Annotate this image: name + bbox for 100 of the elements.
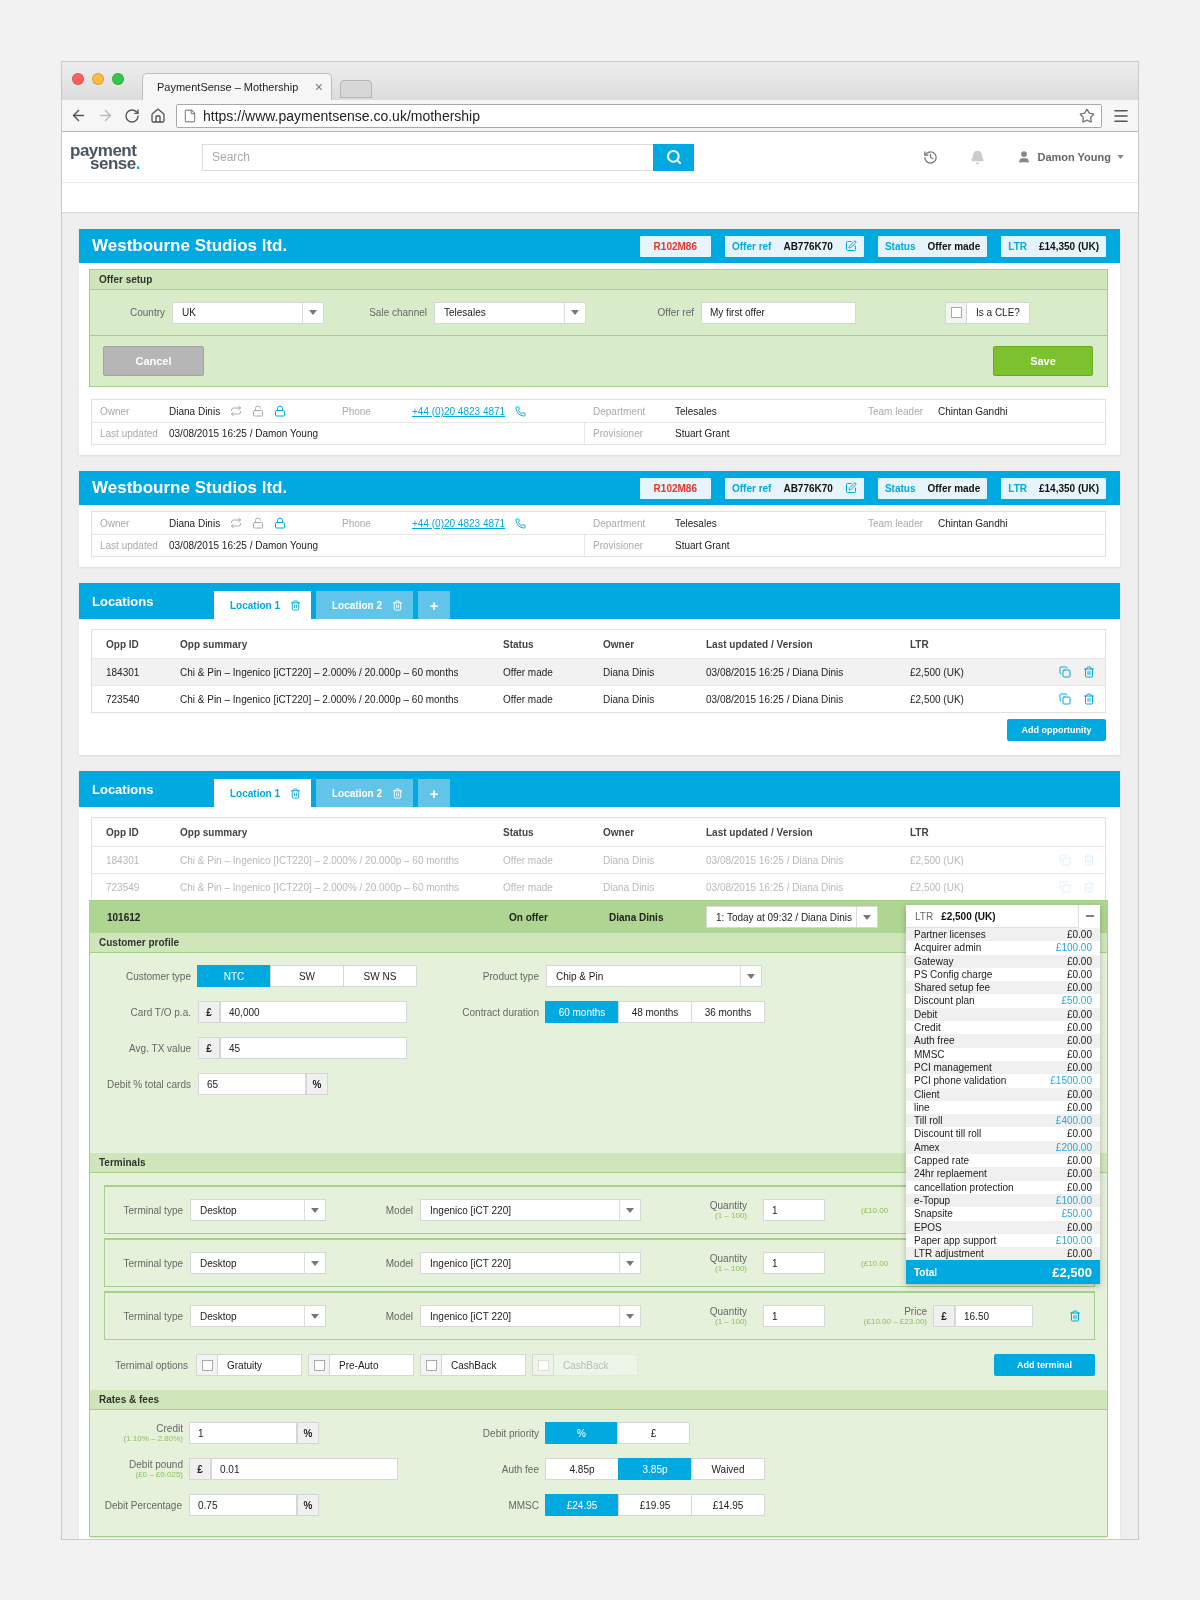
back-icon[interactable]	[70, 107, 87, 124]
segment-option[interactable]: Waived	[691, 1458, 765, 1480]
segment-option[interactable]: 36 months	[691, 1001, 765, 1023]
table-row[interactable]: 184301 Chi & Pin – Ingenico [iCT220] – 2.000% / 20.000p – 60 months Offer made Diana Dinis 03/08/2015 16:25 / Diana Dinis £2,500 (UK)	[92, 658, 1105, 685]
price-field[interactable]: 16.50	[955, 1305, 1033, 1327]
unlock-icon[interactable]	[252, 405, 265, 417]
input-field[interactable]: 1	[189, 1422, 297, 1444]
fee-name: e-Topup	[914, 1193, 951, 1208]
select-field[interactable]: Telesales	[434, 301, 586, 324]
select-field[interactable]: Desktop	[190, 1252, 326, 1274]
info-value: 03/08/2015 16:25 / Damon Young	[169, 428, 319, 439]
reload-icon[interactable]	[124, 107, 140, 124]
edit-icon[interactable]	[844, 240, 857, 252]
segment-option[interactable]: £	[617, 1422, 690, 1444]
trash-icon[interactable]	[392, 599, 404, 611]
minimize-window-icon[interactable]	[92, 73, 104, 85]
search-button[interactable]	[653, 143, 694, 171]
caret-icon	[311, 1313, 319, 1319]
copy-icon[interactable]	[1059, 666, 1071, 678]
new-tab-button[interactable]	[340, 80, 372, 98]
trash-icon[interactable]	[290, 599, 301, 611]
lock-icon[interactable]	[274, 405, 287, 417]
percent-addon: %	[297, 1422, 319, 1444]
lock-icon[interactable]	[274, 517, 287, 529]
swap-icon[interactable]	[230, 405, 243, 417]
fee-amount: £400.00	[1055, 1114, 1092, 1128]
locations-title: Locations	[92, 593, 155, 609]
segment-option[interactable]: SW NS	[343, 965, 417, 987]
fee-amount: £0.00	[1066, 967, 1092, 982]
segment-option[interactable]: £14.95	[691, 1494, 765, 1516]
info-label: Team leader	[867, 517, 924, 529]
reference-badge: R102M86	[639, 235, 711, 257]
forward-icon[interactable]	[97, 107, 114, 124]
collapse-button[interactable]	[1078, 904, 1100, 928]
info-label: Last updated	[99, 428, 158, 439]
trash-icon[interactable]	[290, 787, 301, 799]
checkbox[interactable]	[201, 1359, 213, 1371]
tab-title: PaymentSense – Mothership	[157, 81, 299, 93]
quantity-field[interactable]: 1	[763, 1252, 825, 1274]
bell-icon[interactable]	[970, 149, 986, 165]
tab-close-button[interactable]: ×	[314, 79, 323, 95]
input-field[interactable]: My first offer	[701, 301, 856, 324]
search-field[interactable]: Search	[202, 143, 653, 171]
info-label: Owner	[99, 405, 130, 417]
quantity-field[interactable]: 1	[763, 1199, 825, 1221]
swap-icon[interactable]	[230, 517, 243, 529]
history-icon[interactable]	[923, 149, 939, 165]
segment-option[interactable]: £19.95	[618, 1494, 692, 1516]
quantity-field[interactable]: 1	[763, 1305, 825, 1327]
segment-option[interactable]: 4.85p	[545, 1458, 619, 1480]
phone-icon[interactable]	[515, 517, 527, 529]
account-title: Westbourne Studios ltd.	[92, 478, 288, 498]
fee-name: Amex	[914, 1140, 940, 1155]
select-field[interactable]: Desktop	[190, 1199, 326, 1221]
fee-name: Discount plan	[914, 994, 975, 1008]
user-menu[interactable]: Damon Young	[1017, 150, 1124, 164]
info-label: Provisioner	[592, 428, 644, 439]
fee-name: Auth free	[914, 1034, 955, 1048]
trash-icon[interactable]	[392, 787, 404, 799]
select-field[interactable]: Chip & Pin	[546, 965, 762, 987]
close-window-icon[interactable]	[72, 73, 84, 85]
url-field[interactable]: https://www.paymentsense.co.uk/mothership	[176, 103, 1102, 128]
trash-icon[interactable]	[1083, 881, 1095, 893]
trash-icon[interactable]	[1083, 666, 1095, 678]
input-field[interactable]: 45	[220, 1037, 407, 1059]
select-field[interactable]: Ingenico [iCT 220]	[420, 1252, 641, 1274]
input-field[interactable]: 0.75	[189, 1494, 297, 1516]
caret-icon	[311, 1207, 319, 1213]
fee-amount: £0.00	[1066, 1087, 1092, 1101]
input-field[interactable]: 0.01	[211, 1458, 398, 1480]
select-field[interactable]: Ingenico [iCT 220]	[420, 1199, 641, 1221]
checkbox[interactable]	[313, 1359, 325, 1371]
checkbox[interactable]	[425, 1359, 437, 1371]
table-cell-text: On offer	[509, 911, 549, 923]
table-cell-text: Chi & Pin – Ingenico [iCT220] – 2.000% / 20.000p – 60 months	[180, 666, 460, 678]
input-field[interactable]: 65	[198, 1073, 306, 1095]
caret-icon	[1117, 155, 1124, 159]
copy-icon[interactable]	[1059, 693, 1071, 705]
maximize-window-icon[interactable]	[112, 73, 124, 85]
input-field[interactable]: 40,000	[220, 1001, 407, 1023]
edit-icon[interactable]	[844, 482, 857, 494]
table-cell-text: £2,500 (UK)	[910, 881, 965, 893]
select-field[interactable]: UK	[172, 301, 324, 324]
trash-icon[interactable]	[1069, 1310, 1081, 1322]
unlock-icon[interactable]	[252, 517, 265, 529]
home-icon[interactable]	[150, 107, 166, 124]
range-hint: (£0 – £0.025)	[135, 1470, 183, 1479]
trash-icon[interactable]	[1083, 693, 1095, 705]
segment-option[interactable]: 48 months	[618, 1001, 692, 1023]
trash-icon[interactable]	[1083, 854, 1095, 866]
select-field[interactable]: Desktop	[190, 1305, 326, 1327]
locations-title: Locations	[92, 781, 155, 797]
table-cell-text: Chi & Pin – Ingenico [ICT220] – 2.000% / 20.000p – 60 months	[180, 854, 461, 866]
browser-tab[interactable]: PaymentSense – Mothership ×	[142, 73, 332, 100]
phone-icon[interactable]	[515, 405, 527, 417]
version-select[interactable]: 1: Today at 09:32 / Diana Dinis	[706, 906, 878, 928]
select-field[interactable]: Ingenico [iCT 220]	[420, 1305, 641, 1327]
star-icon[interactable]	[1079, 107, 1095, 124]
segment-option[interactable]: SW	[270, 965, 344, 987]
checkbox[interactable]	[950, 307, 962, 318]
